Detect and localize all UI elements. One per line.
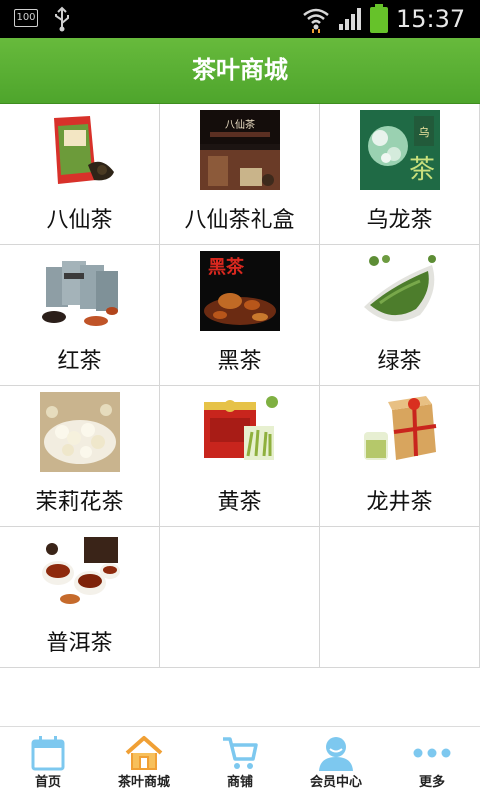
svg-text:黑茶: 黑茶 (208, 256, 245, 278)
nav-shop[interactable]: 商铺 (192, 727, 288, 801)
svg-text:八仙茶: 八仙茶 (225, 118, 255, 131)
product-huangcha[interactable]: 黄茶 (160, 386, 320, 527)
nav-label: 更多 (418, 775, 445, 790)
product-label: 八仙茶礼盒 (184, 208, 295, 233)
product-image: 乌 茶 (360, 110, 440, 190)
nav-label: 首页 (34, 775, 61, 790)
product-bajiancha[interactable]: 八仙茶 (0, 104, 160, 245)
bottom-nav: 首页 茶叶商城 商铺 会员中心 更多 (0, 726, 480, 800)
home-icon (124, 733, 164, 773)
cart-icon (220, 733, 260, 773)
product-image (360, 392, 440, 472)
product-image (360, 251, 440, 331)
title-bar: 茶叶商城 (0, 38, 480, 104)
clock: 15:37 (396, 5, 466, 33)
status-bar: 100 15:37 (0, 0, 480, 38)
product-label: 红茶 (57, 349, 102, 374)
product-image (40, 251, 120, 331)
product-label: 龙井茶 (366, 490, 433, 515)
product-label: 八仙茶 (46, 208, 113, 233)
product-image: 黑茶 (200, 251, 280, 331)
product-image (200, 392, 280, 472)
product-image (40, 110, 120, 190)
user-icon (316, 733, 356, 773)
battery-level-icon: 100 (14, 9, 38, 27)
grid-empty-cell (160, 527, 320, 668)
wifi-icon (302, 5, 330, 37)
nav-label: 会员中心 (309, 775, 362, 790)
nav-more[interactable]: 更多 (384, 727, 480, 801)
product-label: 绿茶 (377, 349, 422, 374)
nav-member-center[interactable]: 会员中心 (288, 727, 384, 801)
product-heicha[interactable]: 黑茶 黑茶 (160, 245, 320, 386)
product-lvcha[interactable]: 绿茶 (320, 245, 480, 386)
product-label: 黄茶 (217, 490, 262, 515)
product-image (40, 533, 120, 613)
nav-home[interactable]: 首页 (0, 727, 96, 801)
product-label: 茉莉花茶 (35, 490, 124, 515)
product-longjingcha[interactable]: 龙井茶 (320, 386, 480, 527)
product-puercha[interactable]: 普洱茶 (0, 527, 160, 668)
product-label: 乌龙茶 (366, 208, 433, 233)
product-label: 普洱茶 (46, 631, 113, 656)
product-image: 八仙茶 (200, 110, 280, 190)
grid-empty-cell (320, 527, 480, 668)
product-image (40, 392, 120, 472)
signal-icon (338, 7, 364, 35)
nav-label: 商铺 (226, 775, 253, 790)
calendar-icon (28, 733, 68, 773)
svg-text:茶: 茶 (409, 155, 435, 185)
nav-tea-mall[interactable]: 茶叶商城 (96, 727, 192, 801)
product-hongcha[interactable]: 红茶 (0, 245, 160, 386)
product-molihuacha[interactable]: 茉莉花茶 (0, 386, 160, 527)
nav-label: 茶叶商城 (117, 775, 170, 790)
product-bajiancha-giftbox[interactable]: 八仙茶 八仙茶礼盒 (160, 104, 320, 245)
product-label: 黑茶 (217, 349, 262, 374)
battery-charge-icon (369, 4, 389, 38)
usb-icon (52, 6, 72, 36)
page-title: 茶叶商城 (192, 56, 288, 84)
more-dots-icon (412, 733, 452, 773)
product-wulongcha[interactable]: 乌 茶 乌龙茶 (320, 104, 480, 245)
svg-text:乌: 乌 (419, 125, 430, 139)
